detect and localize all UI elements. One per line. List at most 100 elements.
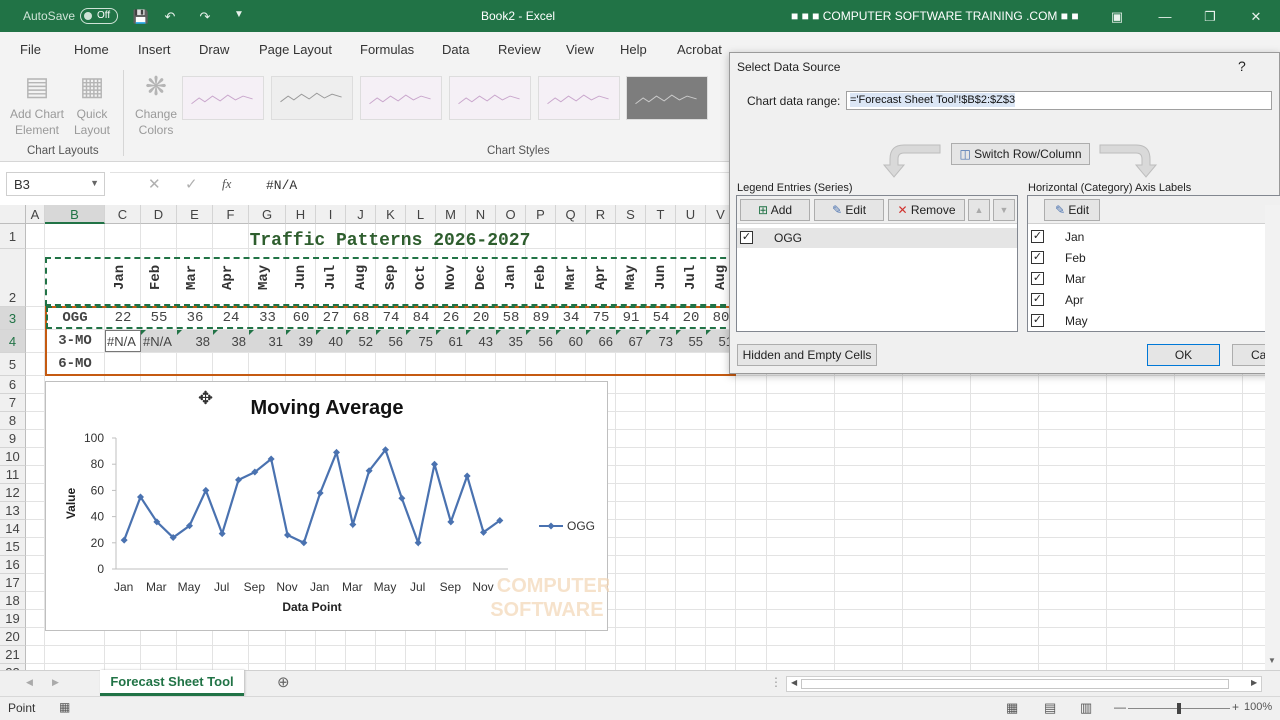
save-icon[interactable]: 💾 xyxy=(131,9,151,25)
row-header-3[interactable]: 3 xyxy=(0,307,26,330)
column-header-q[interactable]: Q xyxy=(556,205,586,224)
row-header-9[interactable]: 9 xyxy=(0,430,26,448)
switch-row-column-button[interactable]: ◫ Switch Row/Column xyxy=(951,143,1090,165)
column-header-s[interactable]: S xyxy=(616,205,646,224)
column-header-c[interactable]: C xyxy=(105,205,141,224)
ok-button[interactable]: OK xyxy=(1147,344,1220,366)
ogg-value-cell[interactable]: 74 xyxy=(376,309,406,328)
tab-acrobat[interactable]: Acrobat xyxy=(677,42,722,57)
month-header-cell[interactable]: Sep xyxy=(376,257,406,297)
minimize-icon[interactable]: — xyxy=(1155,9,1175,24)
sheet-title[interactable]: Traffic Patterns 2026-2027 xyxy=(45,229,735,254)
category-checkbox[interactable]: ✓ xyxy=(1031,293,1044,306)
series-checkbox[interactable]: ✓ xyxy=(740,231,753,244)
select-all-corner[interactable] xyxy=(0,205,26,224)
hidden-empty-cells-button[interactable]: Hidden and Empty Cells xyxy=(737,344,877,366)
month-header-cell[interactable]: Feb xyxy=(526,257,556,297)
category-checkbox[interactable]: ✓ xyxy=(1031,251,1044,264)
tab-file[interactable]: File xyxy=(20,42,41,57)
column-header-b[interactable]: B xyxy=(45,205,105,224)
ogg-value-cell[interactable]: 55 xyxy=(141,309,177,328)
column-header-g[interactable]: G xyxy=(249,205,286,224)
column-header-u[interactable]: U xyxy=(676,205,706,224)
redo-icon[interactable]: ↷ xyxy=(195,9,215,25)
row-header-11[interactable]: 11 xyxy=(0,466,26,484)
name-box[interactable]: B3 ▼ xyxy=(6,172,105,196)
month-header-cell[interactable]: Oct xyxy=(406,257,436,297)
ogg-value-cell[interactable]: 36 xyxy=(177,309,213,328)
page-layout-view-icon[interactable]: ▤ xyxy=(1044,700,1056,716)
month-header-cell[interactable]: Jul xyxy=(676,257,706,297)
row-header-16[interactable]: 16 xyxy=(0,556,26,574)
row-header-15[interactable]: 15 xyxy=(0,538,26,556)
row-header-13[interactable]: 13 xyxy=(0,502,26,520)
restore-icon[interactable]: ❐ xyxy=(1200,9,1220,25)
column-header-l[interactable]: L xyxy=(406,205,436,224)
add-chart-element-button[interactable]: ▤ Add Chart Element xyxy=(6,70,68,138)
quick-layout-button[interactable]: ▦ Quick Layout xyxy=(68,70,116,138)
scroll-down-icon[interactable]: ▼ xyxy=(1268,656,1276,665)
scroll-left-icon[interactable]: ◀ xyxy=(791,678,797,687)
macro-record-icon[interactable]: ▦ xyxy=(59,700,70,714)
ogg-value-cell[interactable]: 58 xyxy=(496,309,526,328)
series-item[interactable]: ✓ OGG xyxy=(737,228,1017,248)
column-header-h[interactable]: H xyxy=(286,205,316,224)
ogg-value-cell[interactable]: 24 xyxy=(213,309,249,328)
horizontal-scrollbar[interactable]: ◀ ▶ xyxy=(786,676,1262,692)
column-header-r[interactable]: R xyxy=(586,205,616,224)
column-header-k[interactable]: K xyxy=(376,205,406,224)
ogg-value-cell[interactable]: 33 xyxy=(249,309,286,328)
month-header-cell[interactable]: Dec xyxy=(466,257,496,297)
ogg-value-cell[interactable]: 20 xyxy=(466,309,496,328)
column-header-t[interactable]: T xyxy=(646,205,676,224)
chart-style-3[interactable] xyxy=(360,76,442,120)
tab-page-layout[interactable]: Page Layout xyxy=(259,42,332,57)
category-item[interactable]: ✓ Feb xyxy=(1028,248,1280,268)
change-colors-button[interactable]: ❋ Change Colors xyxy=(132,70,180,138)
month-header-cell[interactable]: Jan xyxy=(105,257,141,297)
tab-formulas[interactable]: Formulas xyxy=(360,42,414,57)
ogg-value-cell[interactable]: 60 xyxy=(286,309,316,328)
chart-style-1[interactable] xyxy=(182,76,264,120)
chart-style-2[interactable] xyxy=(271,76,353,120)
name-box-dropdown-icon[interactable]: ▼ xyxy=(90,178,99,188)
ogg-value-cell[interactable]: 75 xyxy=(586,309,616,328)
formula-input[interactable]: #N/A xyxy=(110,172,730,196)
ogg-value-cell[interactable]: 27 xyxy=(316,309,346,328)
row-header-6[interactable]: 6 xyxy=(0,376,26,394)
vertical-scrollbar[interactable]: ▼ xyxy=(1265,205,1280,670)
edit-axis-labels-button[interactable]: ✎ Edit xyxy=(1044,199,1100,221)
column-header-a[interactable]: A xyxy=(26,205,45,224)
scroll-right-icon[interactable]: ▶ xyxy=(1251,678,1257,687)
row-header-19[interactable]: 19 xyxy=(0,610,26,628)
tab-split-handle[interactable]: ⋮ xyxy=(770,675,782,689)
category-item[interactable]: ✓ Apr xyxy=(1028,290,1280,310)
sheet-tab-forecast[interactable]: Forecast Sheet Tool xyxy=(100,670,244,696)
zoom-slider-thumb[interactable] xyxy=(1177,703,1181,714)
category-item[interactable]: ✓ May xyxy=(1028,311,1280,331)
month-header-cell[interactable]: Nov xyxy=(436,257,466,297)
column-header-e[interactable]: E xyxy=(177,205,213,224)
ogg-value-cell[interactable]: 22 xyxy=(105,309,141,328)
row-header-18[interactable]: 18 xyxy=(0,592,26,610)
chart-style-4[interactable] xyxy=(449,76,531,120)
month-header-cell[interactable]: Apr xyxy=(586,257,616,297)
ribbon-display-icon[interactable]: ▣ xyxy=(1107,9,1127,25)
month-header-cell[interactable]: Mar xyxy=(177,257,213,297)
month-header-cell[interactable]: Aug xyxy=(346,257,376,297)
ogg-value-cell[interactable]: 84 xyxy=(406,309,436,328)
category-checkbox[interactable]: ✓ xyxy=(1031,230,1044,243)
normal-view-icon[interactable]: ▦ xyxy=(1006,700,1018,716)
row-header-2[interactable]: 2 xyxy=(0,249,26,307)
month-header-cell[interactable]: Mar xyxy=(556,257,586,297)
scroll-tabs-right-icon[interactable]: ▶ xyxy=(52,677,59,688)
chart-style-5[interactable] xyxy=(538,76,620,120)
row-header-7[interactable]: 7 xyxy=(0,394,26,412)
ogg-value-cell[interactable]: 20 xyxy=(676,309,706,328)
ogg-value-cell[interactable]: 89 xyxy=(526,309,556,328)
column-header-m[interactable]: M xyxy=(436,205,466,224)
autosave-toggle[interactable]: Off xyxy=(80,8,118,24)
category-item[interactable]: ✓ Mar xyxy=(1028,269,1280,289)
edit-series-button[interactable]: ✎ Edit xyxy=(814,199,884,221)
remove-series-button[interactable]: ✕ Remove xyxy=(888,199,965,221)
